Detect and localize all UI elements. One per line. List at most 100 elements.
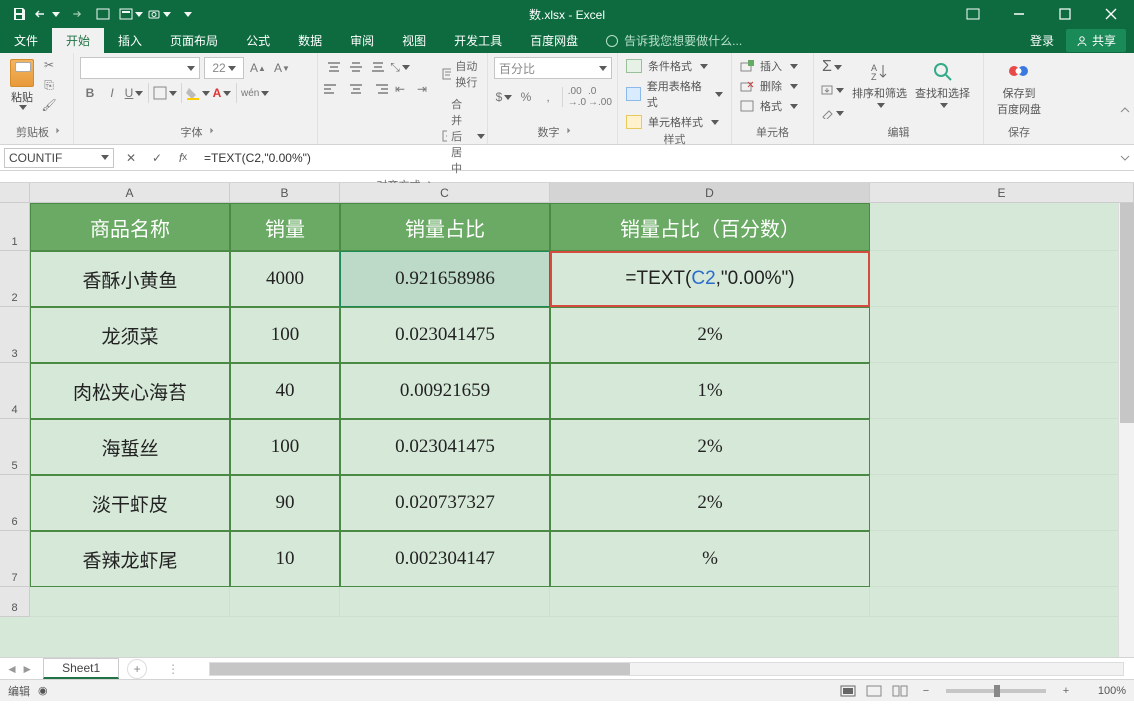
macro-record-icon[interactable]: ◉ xyxy=(38,684,48,697)
zoom-out-button[interactable]: − xyxy=(914,682,938,700)
align-left-icon[interactable] xyxy=(324,79,344,99)
cell-b8[interactable] xyxy=(230,587,340,617)
fx-icon[interactable]: fx xyxy=(174,149,192,167)
vscroll-thumb[interactable] xyxy=(1120,203,1134,423)
cell-a5[interactable]: 海蜇丝 xyxy=(30,419,230,475)
col-header-e[interactable]: E xyxy=(870,183,1134,202)
cell-c6[interactable]: 0.020737327 xyxy=(340,475,550,531)
col-header-d[interactable]: D xyxy=(550,183,870,202)
indent-increase-icon[interactable]: ⇥ xyxy=(412,79,432,99)
cell-d7[interactable]: % xyxy=(550,531,870,587)
cell-a8[interactable] xyxy=(30,587,230,617)
cell-styles-button[interactable]: 单元格样式 xyxy=(624,113,725,131)
table-format-button[interactable]: 套用表格格式 xyxy=(624,77,725,111)
select-all-corner[interactable] xyxy=(0,183,30,202)
vertical-scrollbar[interactable] xyxy=(1118,203,1134,657)
zoom-thumb[interactable] xyxy=(994,685,1000,697)
phonetic-button[interactable]: wén xyxy=(241,83,269,103)
qat-button-2[interactable] xyxy=(118,2,144,26)
col-header-b[interactable]: B xyxy=(230,183,340,202)
font-name-combo[interactable] xyxy=(80,57,200,79)
find-select-button[interactable]: 查找和选择 xyxy=(915,57,970,108)
cell-d1[interactable]: 销量占比（百分数） xyxy=(550,203,870,251)
increase-decimal-icon[interactable]: .00→.0 xyxy=(567,87,587,107)
cell-a7[interactable]: 香辣龙虾尾 xyxy=(30,531,230,587)
add-sheet-button[interactable]: + xyxy=(127,659,147,679)
tab-review[interactable]: 审阅 xyxy=(336,28,388,53)
row-header-6[interactable]: 6 xyxy=(0,475,30,531)
cell-b4[interactable]: 40 xyxy=(230,363,340,419)
cell-e2[interactable] xyxy=(870,251,1134,307)
cell-c8[interactable] xyxy=(340,587,550,617)
align-top-icon[interactable] xyxy=(324,57,344,77)
tab-insert[interactable]: 插入 xyxy=(104,28,156,53)
fill-button[interactable] xyxy=(820,80,844,100)
number-format-combo[interactable]: 百分比 xyxy=(494,57,612,79)
delete-cells-button[interactable]: 删除 xyxy=(738,77,807,95)
qat-button-3[interactable] xyxy=(146,2,172,26)
minimize-icon[interactable] xyxy=(996,0,1042,28)
tell-me[interactable]: 告诉我您想要做什么... xyxy=(592,28,756,53)
cell-d6[interactable]: 2% xyxy=(550,475,870,531)
cell-e5[interactable] xyxy=(870,419,1134,475)
comma-format-icon[interactable]: , xyxy=(538,87,558,107)
cell-b5[interactable]: 100 xyxy=(230,419,340,475)
copy-icon[interactable]: ⎘ xyxy=(40,77,58,93)
qat-customize[interactable] xyxy=(174,2,200,26)
insert-cells-button[interactable]: 插入 xyxy=(738,57,807,75)
maximize-icon[interactable] xyxy=(1042,0,1088,28)
clear-button[interactable] xyxy=(820,103,844,123)
tab-formulas[interactable]: 公式 xyxy=(232,28,284,53)
cell-c5[interactable]: 0.023041475 xyxy=(340,419,550,475)
align-center-icon[interactable] xyxy=(346,79,366,99)
fill-color-button[interactable] xyxy=(186,83,210,103)
hscroll-thumb[interactable] xyxy=(210,663,630,675)
close-icon[interactable] xyxy=(1088,0,1134,28)
login-link[interactable]: 登录 xyxy=(1022,28,1062,53)
grid-body[interactable]: 1 商品名称 销量 销量占比 销量占比（百分数） 2 香酥小黄鱼 4000 0.… xyxy=(0,203,1134,657)
cell-b6[interactable]: 90 xyxy=(230,475,340,531)
cell-d3[interactable]: 2% xyxy=(550,307,870,363)
save-icon[interactable] xyxy=(6,2,32,26)
accept-formula-icon[interactable]: ✓ xyxy=(148,149,166,167)
cell-d5[interactable]: 2% xyxy=(550,419,870,475)
undo-icon[interactable] xyxy=(34,2,60,26)
ribbon-display-icon[interactable] xyxy=(950,0,996,28)
indent-decrease-icon[interactable]: ⇤ xyxy=(390,79,410,99)
name-box[interactable]: COUNTIF xyxy=(4,148,114,168)
cell-d8[interactable] xyxy=(550,587,870,617)
zoom-value[interactable]: 100% xyxy=(1080,685,1126,697)
cell-e7[interactable] xyxy=(870,531,1134,587)
row-header-2[interactable]: 2 xyxy=(0,251,30,307)
sheet-tab-1[interactable]: Sheet1 xyxy=(43,658,119,679)
cell-c7[interactable]: 0.002304147 xyxy=(340,531,550,587)
wrap-text-button[interactable]: 自动换行 xyxy=(438,57,489,91)
tab-baidu[interactable]: 百度网盘 xyxy=(516,28,592,53)
align-bottom-icon[interactable] xyxy=(368,57,388,77)
formula-bar-expand-icon[interactable] xyxy=(1116,153,1134,163)
cell-e6[interactable] xyxy=(870,475,1134,531)
cell-e3[interactable] xyxy=(870,307,1134,363)
cell-e4[interactable] xyxy=(870,363,1134,419)
bold-button[interactable]: B xyxy=(80,83,100,103)
cell-c3[interactable]: 0.023041475 xyxy=(340,307,550,363)
cell-a6[interactable]: 淡干虾皮 xyxy=(30,475,230,531)
row-header-5[interactable]: 5 xyxy=(0,419,30,475)
increase-font-icon[interactable]: A▲ xyxy=(248,58,268,78)
decrease-font-icon[interactable]: A▼ xyxy=(272,58,292,78)
cell-b7[interactable]: 10 xyxy=(230,531,340,587)
tab-home[interactable]: 开始 xyxy=(52,28,104,53)
view-page-layout-icon[interactable] xyxy=(862,682,886,700)
zoom-in-button[interactable]: + xyxy=(1054,682,1078,700)
format-cells-button[interactable]: 格式 xyxy=(738,97,807,115)
underline-button[interactable]: U xyxy=(124,83,144,103)
sheet-nav[interactable]: ◄ ► xyxy=(0,662,39,676)
border-button[interactable] xyxy=(153,83,177,103)
horizontal-scrollbar[interactable] xyxy=(209,662,1124,676)
cell-b3[interactable]: 100 xyxy=(230,307,340,363)
decrease-decimal-icon[interactable]: .0→.00 xyxy=(589,87,611,107)
format-painter-icon[interactable]: 🖌 xyxy=(40,97,58,113)
tab-data[interactable]: 数据 xyxy=(284,28,336,53)
orientation-icon[interactable]: ⤡ xyxy=(390,57,410,77)
cell-b2[interactable]: 4000 xyxy=(230,251,340,307)
